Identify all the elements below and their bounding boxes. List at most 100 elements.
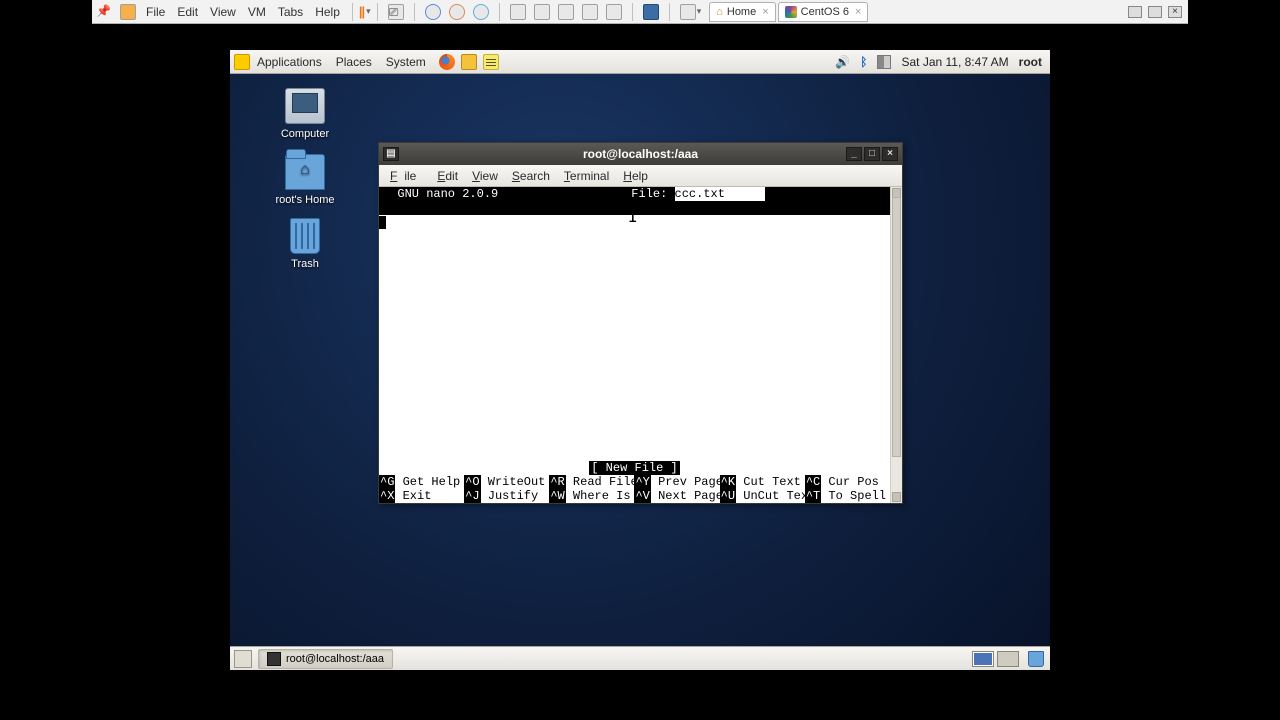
- desktop-icon-computer[interactable]: Computer: [260, 88, 350, 140]
- terminal-titlebar[interactable]: ▤ root@localhost:/aaa _ □ ×: [379, 143, 902, 165]
- notes-launcher-icon[interactable]: [483, 54, 499, 70]
- snapshot-revert-icon[interactable]: [449, 4, 465, 20]
- snapshot-manage-icon[interactable]: [473, 4, 489, 20]
- nano-file-name: ccc.txt: [675, 187, 725, 201]
- view-single-icon[interactable]: [510, 4, 526, 20]
- tab-centos[interactable]: CentOS 6 ×: [778, 2, 869, 22]
- term-menu-file[interactable]: File: [383, 169, 430, 183]
- term-menu-search[interactable]: Search: [505, 169, 557, 183]
- package-updater-icon[interactable]: [461, 54, 477, 70]
- pin-icon[interactable]: 📌: [96, 4, 112, 20]
- gnome-top-panel: Applications Places System 🔊 ᛒ Sat Jan 1…: [230, 50, 1050, 74]
- nano-shortcut: ^X Exit: [379, 489, 464, 503]
- nano-shortcut: ^V Next Page: [634, 489, 719, 503]
- workspace-2[interactable]: [997, 651, 1019, 667]
- gnome-tray: 🔊 ᛒ Sat Jan 11, 8:47 AM root: [835, 55, 1050, 69]
- desktop-icon-home[interactable]: root's Home: [260, 154, 350, 206]
- vm-menu-tabs[interactable]: Tabs: [272, 5, 309, 19]
- network-icon[interactable]: [877, 55, 891, 69]
- tab-home[interactable]: ⌂ Home ×: [709, 2, 775, 22]
- gnome-bottom-panel: root@localhost:/aaa: [230, 646, 1050, 670]
- trash-icon: [290, 218, 320, 254]
- home-icon: ⌂: [716, 6, 723, 18]
- nano-app-name: GNU nano 2.0.9: [383, 187, 498, 201]
- show-desktop-icon[interactable]: [234, 650, 252, 668]
- tab-label: Home: [727, 6, 756, 18]
- desktop-icon-label: Computer: [260, 128, 350, 140]
- menu-applications[interactable]: Applications: [250, 55, 329, 69]
- view-thumbnail-icon[interactable]: [582, 4, 598, 20]
- desktop-icon-label: Trash: [260, 258, 350, 270]
- term-minimize-button[interactable]: _: [846, 147, 862, 161]
- scrollbar-thumb[interactable]: [892, 197, 901, 457]
- terminal-menubar: File Edit View Search Terminal Help: [379, 165, 902, 187]
- nano-shortcut: ^C Cur Pos: [805, 475, 890, 489]
- firefox-launcher-icon[interactable]: [439, 54, 455, 70]
- audio-icon[interactable]: 🔊: [835, 55, 850, 69]
- nano-shortcut: ^Y Prev Page: [634, 475, 719, 489]
- tab-close-icon[interactable]: ×: [855, 6, 861, 18]
- term-menu-view[interactable]: View: [465, 169, 505, 183]
- host-minimize-icon[interactable]: [1128, 6, 1142, 18]
- view-multi-icon[interactable]: [558, 4, 574, 20]
- view-fullscreen-icon[interactable]: [606, 4, 622, 20]
- desktop-icon-trash[interactable]: Trash: [260, 218, 350, 270]
- centos-icon: [785, 6, 797, 18]
- term-menu-edit[interactable]: Edit: [430, 169, 465, 183]
- vm-menu-view[interactable]: View: [204, 5, 242, 19]
- panel-trash-icon[interactable]: [1028, 651, 1044, 667]
- unity-icon[interactable]: [643, 4, 659, 20]
- menu-places[interactable]: Places: [329, 55, 379, 69]
- term-menu-help[interactable]: Help: [616, 169, 655, 183]
- gnome-foot-icon: [234, 54, 250, 70]
- term-maximize-button[interactable]: □: [864, 147, 880, 161]
- term-close-button[interactable]: ×: [882, 147, 898, 161]
- vmware-tabs: ⌂ Home × CentOS 6 ×: [709, 0, 870, 24]
- vm-menu-help[interactable]: Help: [309, 5, 346, 19]
- stretch-icon[interactable]: [680, 4, 696, 20]
- tab-close-icon[interactable]: ×: [762, 6, 768, 18]
- folder-home-icon: [285, 154, 325, 190]
- nano-shortcut: ^W Where Is: [549, 489, 634, 503]
- vm-pause-button[interactable]: ||▾: [359, 4, 371, 19]
- nano-status-text: [ New File ]: [589, 461, 679, 475]
- nano-shortcut: ^U UnCut Text: [720, 489, 805, 503]
- guest-desktop: Applications Places System 🔊 ᛒ Sat Jan 1…: [230, 50, 1050, 670]
- clock[interactable]: Sat Jan 11, 8:47 AM: [901, 55, 1008, 69]
- nano-editor-area[interactable]: 𝙸: [379, 201, 890, 461]
- taskbar-button-terminal[interactable]: root@localhost:/aaa: [258, 649, 393, 669]
- snapshot-take-icon[interactable]: [425, 4, 441, 20]
- terminal-body[interactable]: GNU nano 2.0.9 File: ccc.txt 𝙸 [ New Fil…: [379, 187, 902, 503]
- nano-shortcut: ^G Get Help: [379, 475, 464, 489]
- home-toolbar-icon[interactable]: [120, 4, 136, 20]
- taskbar-button-label: root@localhost:/aaa: [286, 653, 384, 665]
- nano-shortcut: ^R Read File: [549, 475, 634, 489]
- term-menu-terminal[interactable]: Terminal: [557, 169, 616, 183]
- view-console-icon[interactable]: [534, 4, 550, 20]
- terminal-title-text: root@localhost:/aaa: [583, 147, 698, 161]
- vm-menu-vm[interactable]: VM: [242, 5, 272, 19]
- nano-shortcut: ^O WriteOut: [464, 475, 549, 489]
- nano-status-line: [ New File ]: [379, 461, 890, 475]
- user-menu[interactable]: root: [1019, 55, 1042, 69]
- nano-file-label: File:: [631, 187, 674, 201]
- menu-system[interactable]: System: [379, 55, 433, 69]
- vmware-toolbar: 📌 File Edit View VM Tabs Help ||▾ ⎚ ▾ ⌂ …: [92, 0, 1188, 24]
- term-sysmenu-icon[interactable]: ▤: [383, 147, 399, 161]
- send-ctrl-alt-del-icon[interactable]: ⎚: [388, 4, 404, 20]
- workspace-1[interactable]: [972, 651, 994, 667]
- nano-shortcut: ^J Justify: [464, 489, 549, 503]
- computer-icon: [285, 88, 325, 124]
- workspace-switcher: [972, 651, 1050, 667]
- tab-label: CentOS 6: [801, 6, 849, 18]
- vm-menu-edit[interactable]: Edit: [171, 5, 204, 19]
- terminal-window: ▤ root@localhost:/aaa _ □ × File Edit Vi…: [378, 142, 903, 504]
- vmware-window-controls: ×: [1128, 6, 1188, 18]
- bluetooth-icon[interactable]: ᛒ: [860, 55, 867, 69]
- host-close-icon[interactable]: ×: [1168, 6, 1182, 18]
- nano-shortcut: ^K Cut Text: [720, 475, 805, 489]
- terminal-scrollbar[interactable]: [890, 187, 902, 503]
- host-maximize-icon[interactable]: [1148, 6, 1162, 18]
- nano-shortcut-bar: ^G Get Help^O WriteOut^R Read File^Y Pre…: [379, 475, 890, 503]
- vm-menu-file[interactable]: File: [140, 5, 171, 19]
